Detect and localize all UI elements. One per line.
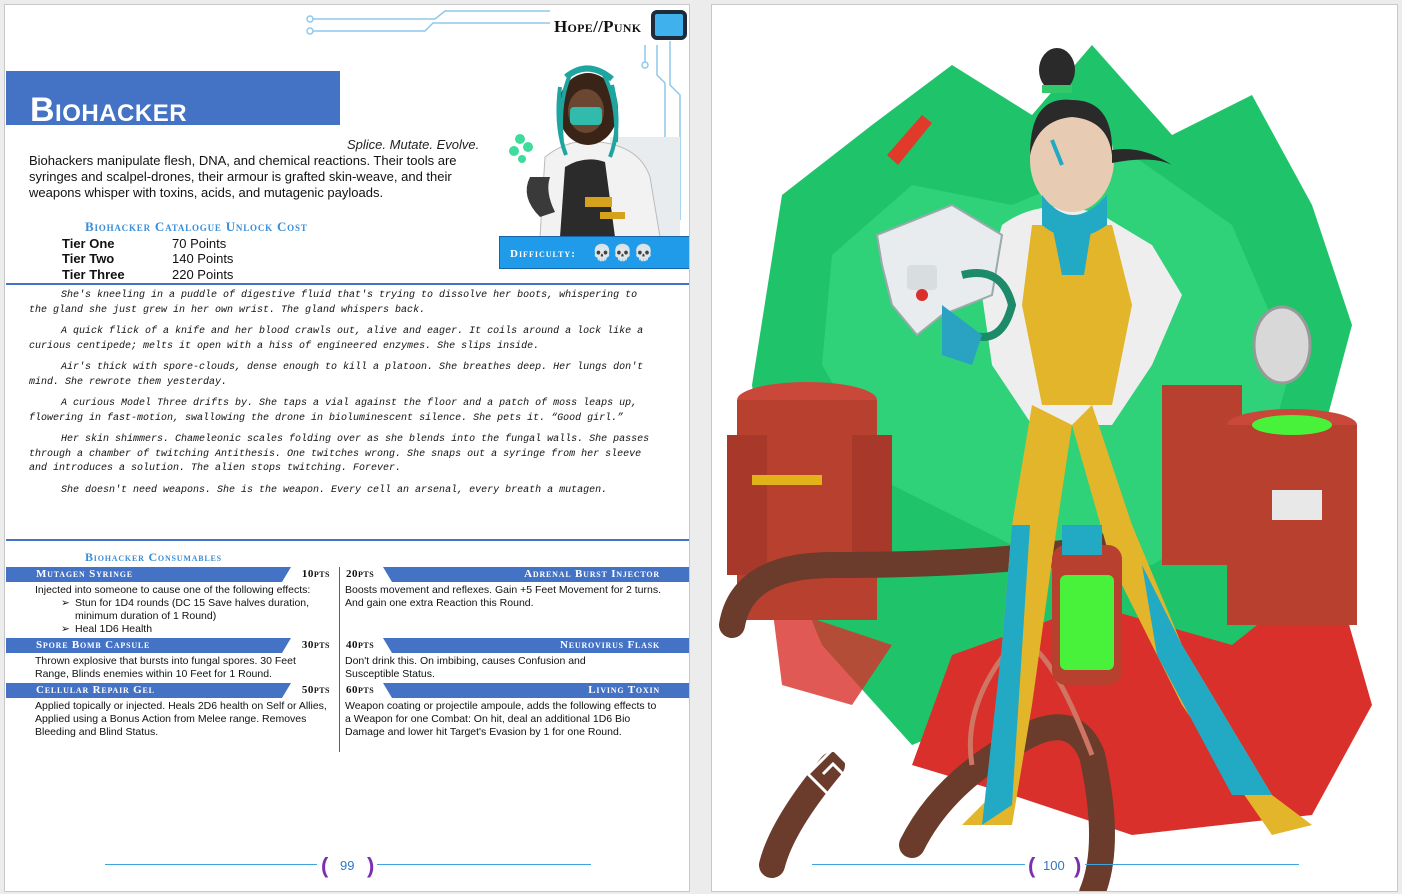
item-bar: Spore Bomb Capsule 30pts [6,638,332,653]
brand-logo: Hope//Punk [554,17,642,36]
arrow-bullet-icon: ➢ [61,623,70,635]
left-page: Hope//Punk Biohacker Splice. Mutate. Evo… [4,4,690,892]
item-bar: 20pts Adrenal Burst Injector [342,567,689,582]
tier-row: Tier Two 140 Points [62,251,233,266]
item-points: 30pts [301,639,330,651]
skull-icon: 💀💀💀 [592,245,655,262]
story-paragraph: Air's thick with spore-clouds, dense eno… [29,362,644,388]
footer-line [105,864,317,865]
biohacker-portrait [509,65,680,237]
item-points: 40pts [346,639,375,651]
item-bar: 40pts Neurovirus Flask [342,638,689,653]
story-paragraph: Her skin shimmers. Chameleonic scales fo… [29,434,650,474]
item-description: Don't drink this. On imbibing, causes Co… [345,655,586,680]
item-bar: Mutagen Syringe 10pts [6,567,332,582]
biohacker-illustration [719,45,1372,891]
story-paragraph: She doesn't need weapons. She is the wea… [61,484,608,496]
tagline: Splice. Mutate. Evolve. [347,137,480,152]
item-name: Spore Bomb Capsule [36,639,151,651]
item-name: Mutagen Syringe [36,568,133,580]
tier-row: Tier Three 220 Points [62,267,233,282]
consumables-heading: Biohacker Consumables [85,550,222,564]
item-name: Living Toxin [588,684,660,696]
divider [6,283,689,285]
item-description: Thrown explosive that bursts into fungal… [35,655,296,680]
tier-name: Tier Two [62,251,115,266]
item-bar: 60pts Living Toxin [342,683,689,698]
item-points: 60pts [346,684,375,696]
right-page: ( 100 ) [711,4,1398,892]
tier-row: Tier One 70 Points [62,236,226,251]
difficulty-label: Difficulty: [510,248,576,260]
bullet-text: Stun for 1D4 rounds (DC 15 Save halves d… [75,597,310,622]
item-name: Neurovirus Flask [559,639,660,651]
brand-icon [651,10,687,40]
difficulty-box: Difficulty: 💀💀💀 [499,236,689,269]
page-title: Biohacker [30,91,188,129]
item-name: Cellular Repair Gel [36,684,155,696]
footer-line [812,864,1025,865]
list-item: ➢ Heal 1D6 Health [35,623,331,636]
item-desc-text: Injected into someone to cause one of th… [35,584,311,596]
page-number-bracket: ( [1028,853,1036,878]
catalogue-heading: Biohacker Catalogue Unlock Cost [85,219,308,234]
footer-line [377,864,591,865]
arrow-bullet-icon: ➢ [61,597,70,609]
story-paragraph: A quick flick of a knife and her blood c… [29,326,644,352]
page-number-bracket: ) [367,853,375,878]
item-description: Boosts movement and reflexes. Gain +5 Fe… [345,584,662,609]
story-paragraph: She's kneeling in a puddle of digestive … [29,290,638,316]
footer-line [1085,864,1299,865]
bullet-text: Heal 1D6 Health [75,623,153,635]
item-description: Applied topically or injected. Heals 2D6… [35,700,327,738]
tier-cost: 140 Points [172,251,234,266]
item-description: Weapon coating or projectile ampoule, ad… [345,700,657,738]
tier-cost: 70 Points [172,236,227,251]
page-number: 99 [340,858,355,873]
item-points: 50pts [301,684,330,696]
column-divider [339,567,340,752]
item-points: 20pts [346,568,375,580]
page-number-bracket: ( [321,853,329,878]
story-paragraph: A curious Model Three drifts by. She tap… [29,398,638,424]
list-item: ➢ Stun for 1D4 rounds (DC 15 Save halves … [35,597,331,623]
tier-name: Tier One [62,236,115,251]
item-description: Injected into someone to cause one of th… [35,584,331,636]
page-number-bracket: ) [1074,853,1082,878]
page-number: 100 [1043,858,1065,873]
item-points: 10pts [301,568,330,580]
story-text: She's kneeling in a puddle of digestive … [29,289,661,505]
tier-cost: 220 Points [172,267,234,282]
intro-text: Biohackers manipulate flesh, DNA, and ch… [29,153,457,200]
divider [6,539,689,541]
item-name: Adrenal Burst Injector [524,568,660,580]
item-bar: Cellular Repair Gel 50pts [6,683,332,698]
tier-name: Tier Three [62,267,125,282]
